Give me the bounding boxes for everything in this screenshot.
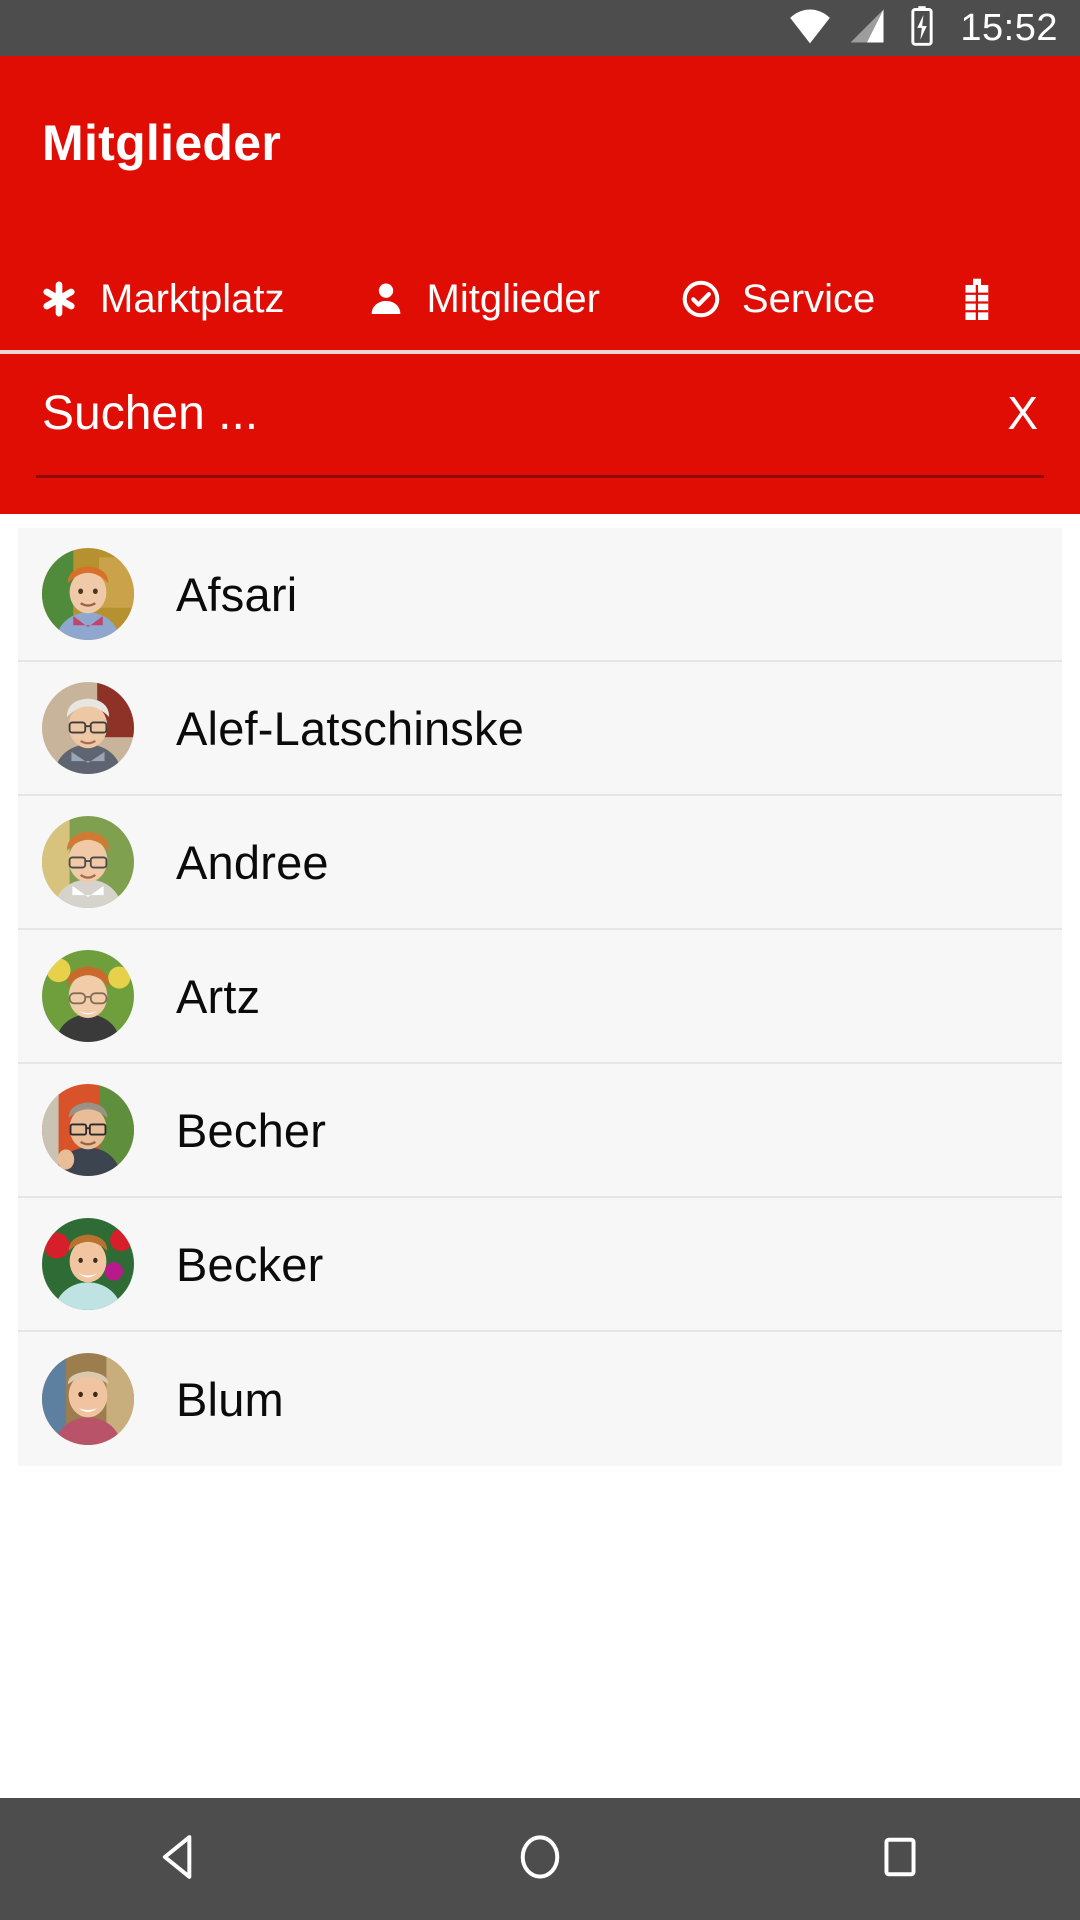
table-row[interactable]: Alef-Latschinske (18, 662, 1062, 796)
member-name: Afsari (176, 567, 298, 621)
member-list: Afsari Alef-Latschinske Andree Artz Bech… (18, 528, 1062, 1466)
wifi-icon (788, 4, 832, 53)
app-root: 15:52 Mitglieder Marktplatz Mitglieder S… (0, 0, 1080, 1920)
search-input[interactable] (42, 385, 984, 441)
avatar (42, 1218, 134, 1310)
home-button[interactable] (460, 1798, 620, 1920)
table-row[interactable]: Artz (18, 930, 1062, 1064)
search-row: X (0, 354, 1080, 472)
avatar (42, 548, 134, 640)
person-icon (365, 276, 407, 322)
search-underline (36, 475, 1044, 478)
back-button[interactable] (100, 1798, 260, 1920)
avatar (42, 1084, 134, 1176)
system-navigation-bar (0, 1798, 1080, 1920)
avatar (42, 682, 134, 774)
search-clear-button[interactable]: X (983, 386, 1038, 440)
page-title: Mitglieder (42, 115, 282, 171)
status-bar-icons (788, 4, 942, 53)
table-row[interactable]: Afsari (18, 528, 1062, 662)
battery-charging-icon (902, 4, 942, 53)
search-bar: X (0, 354, 1080, 514)
home-circle-icon (512, 1829, 568, 1890)
tab-next-partial[interactable] (955, 276, 1017, 322)
member-name: Alef-Latschinske (176, 701, 525, 755)
tab-label-marktplatz: Marktplatz (100, 277, 285, 321)
member-name: Becher (176, 1103, 327, 1157)
tab-bar: Marktplatz Mitglieder Service (0, 276, 1080, 322)
avatar (42, 816, 134, 908)
avatar (42, 1353, 134, 1445)
table-row[interactable]: Blum (18, 1332, 1062, 1466)
building-icon (955, 276, 997, 322)
tab-mitglieder[interactable]: Mitglieder (365, 276, 680, 322)
tab-label-mitglieder: Mitglieder (426, 277, 600, 321)
table-row[interactable]: Becher (18, 1064, 1062, 1198)
check-circle-icon (680, 276, 722, 322)
cell-signal-icon (845, 4, 889, 53)
app-bar: Mitglieder Marktplatz Mitglieder Service (0, 56, 1080, 350)
back-triangle-icon (152, 1829, 208, 1890)
table-row[interactable]: Andree (18, 796, 1062, 930)
status-bar: 15:52 (0, 0, 1080, 56)
table-row[interactable]: Becker (18, 1198, 1062, 1332)
asterisk-icon (38, 276, 80, 322)
tab-marktplatz[interactable]: Marktplatz (38, 276, 365, 322)
member-name: Becker (176, 1237, 324, 1291)
recents-square-icon (872, 1829, 928, 1890)
member-name: Andree (176, 835, 329, 889)
member-list-container[interactable]: Afsari Alef-Latschinske Andree Artz Bech… (0, 514, 1080, 1798)
member-name: Artz (176, 969, 261, 1023)
tab-label-service: Service (741, 277, 876, 321)
tab-service[interactable]: Service (680, 276, 955, 322)
avatar (42, 950, 134, 1042)
recents-button[interactable] (820, 1798, 980, 1920)
status-bar-clock: 15:52 (960, 7, 1058, 49)
member-name: Blum (176, 1372, 284, 1426)
